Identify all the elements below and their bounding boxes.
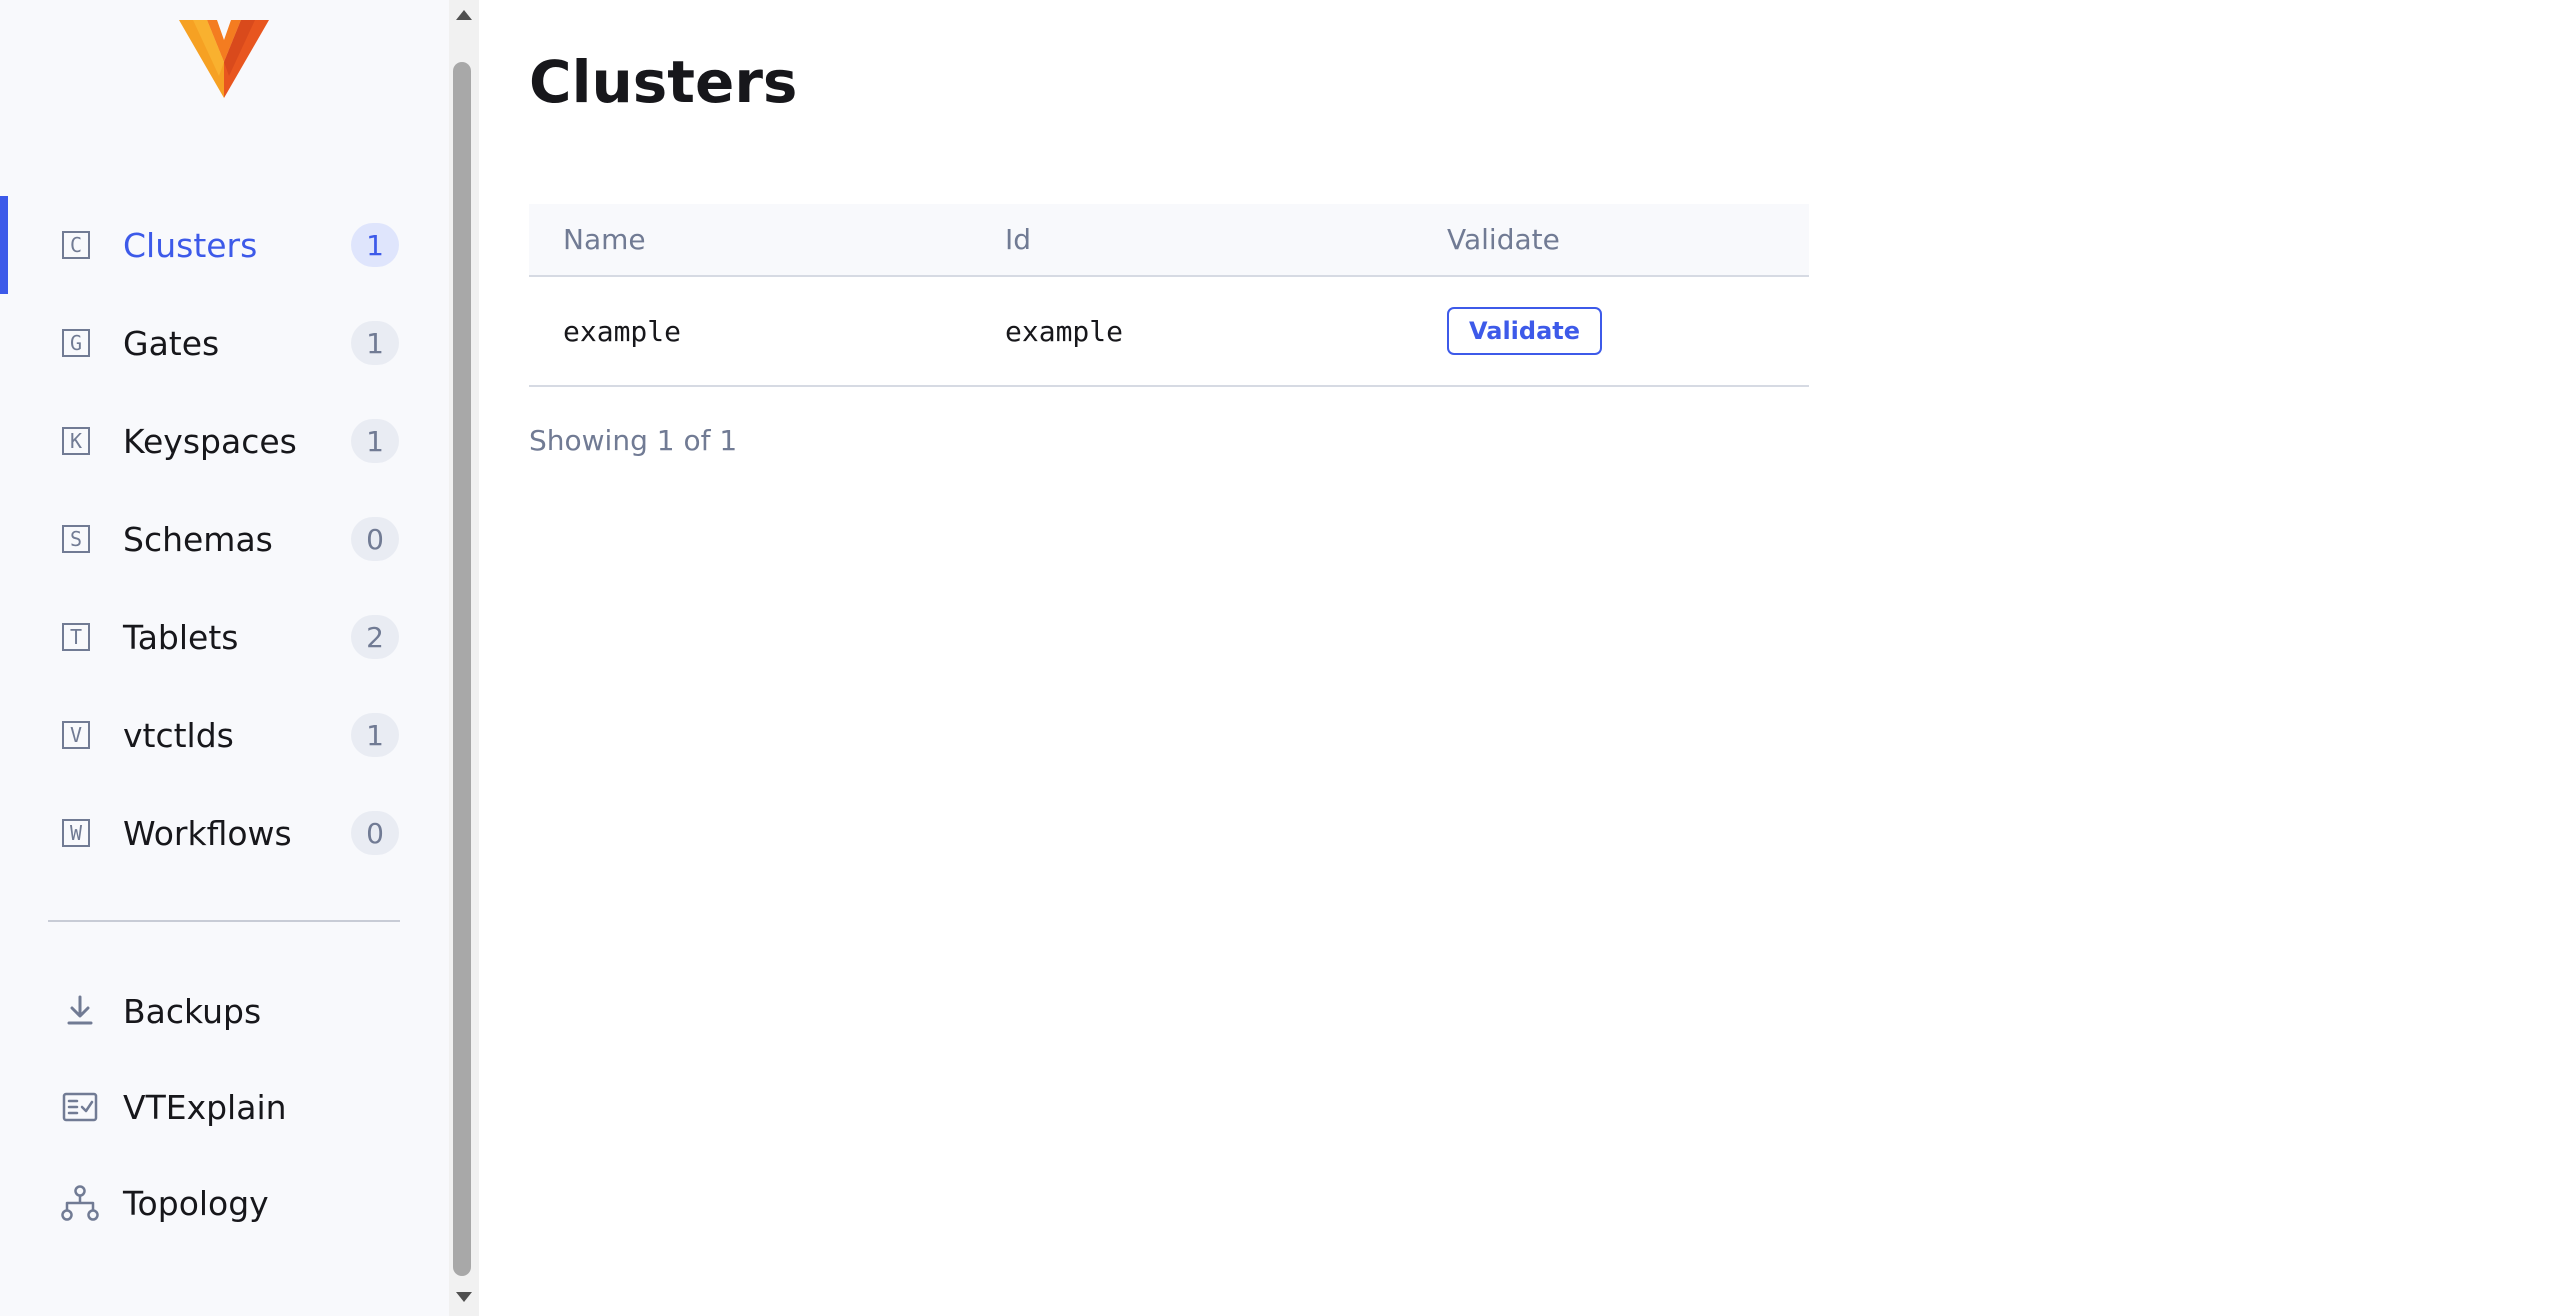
sidebar-item-label: Keyspaces	[123, 421, 297, 461]
sidebar-item-gates[interactable]: G Gates 1	[0, 294, 449, 392]
count-badge: 0	[351, 811, 399, 855]
sidebar-item-schemas[interactable]: S Schemas 0	[0, 490, 449, 588]
vitess-logo[interactable]	[179, 20, 269, 98]
tablets-letter-icon: T	[62, 623, 90, 651]
page-title: Clusters	[529, 48, 798, 116]
clusters-letter-icon: C	[62, 231, 90, 259]
download-icon	[67, 995, 93, 1025]
sidebar-item-label: Clusters	[123, 225, 258, 265]
count-badge: 1	[351, 223, 399, 267]
workflows-letter-icon: W	[62, 819, 90, 847]
main-content: Clusters Name Id Validate example exampl…	[529, 0, 2529, 1316]
app-window: C Clusters 1 G Gates 1 K Keyspaces 1 S S…	[0, 0, 2560, 1316]
validate-button[interactable]: Validate	[1447, 307, 1603, 355]
table-header-row: Name Id Validate	[529, 204, 1809, 276]
cluster-id-cell: example	[1005, 314, 1124, 348]
vtctlds-letter-icon: V	[62, 721, 90, 749]
keyspaces-letter-icon: K	[62, 427, 90, 455]
scrollbar-thumb[interactable]	[453, 62, 471, 1276]
sidebar-tools: Backups VTExplain Topology	[0, 963, 449, 1251]
scroll-down-arrow-icon[interactable]	[456, 1292, 472, 1302]
sidebar-item-label: Backups	[123, 991, 262, 1031]
sidebar-item-clusters[interactable]: C Clusters 1	[0, 196, 449, 294]
pagination-summary: Showing 1 of 1	[529, 424, 738, 457]
column-header-name: Name	[563, 223, 646, 256]
column-header-validate: Validate	[1447, 223, 1560, 256]
table-row: example example Validate	[529, 276, 1809, 386]
count-badge: 1	[351, 713, 399, 757]
sidebar-item-label: Topology	[123, 1183, 269, 1223]
sidebar-item-label: Schemas	[123, 519, 273, 559]
sidebar-item-label: VTExplain	[123, 1087, 287, 1127]
sidebar-item-label: Tablets	[123, 617, 239, 657]
sidebar-item-tablets[interactable]: T Tablets 2	[0, 588, 449, 686]
sidebar-scrollbar[interactable]	[449, 0, 479, 1316]
sidebar-nav: C Clusters 1 G Gates 1 K Keyspaces 1 S S…	[0, 196, 449, 882]
sidebar-divider	[48, 920, 400, 922]
checklist-icon	[62, 1092, 98, 1122]
count-badge: 1	[351, 419, 399, 463]
sidebar-item-label: Workflows	[123, 813, 292, 853]
clusters-table: Name Id Validate example example Validat…	[529, 204, 1809, 387]
schemas-letter-icon: S	[62, 525, 90, 553]
validate-cell: Validate	[1413, 276, 1809, 386]
sidebar-item-keyspaces[interactable]: K Keyspaces 1	[0, 392, 449, 490]
sidebar-item-vtexplain[interactable]: VTExplain	[0, 1059, 449, 1155]
sidebar: C Clusters 1 G Gates 1 K Keyspaces 1 S S…	[0, 0, 449, 1316]
sidebar-item-vtctlds[interactable]: V vtctlds 1	[0, 686, 449, 784]
sidebar-item-backups[interactable]: Backups	[0, 963, 449, 1059]
column-header-id: Id	[1005, 223, 1032, 256]
sidebar-item-label: Gates	[123, 323, 220, 363]
topology-icon	[61, 1185, 99, 1221]
sidebar-item-workflows[interactable]: W Workflows 0	[0, 784, 449, 882]
count-badge: 2	[351, 615, 399, 659]
sidebar-item-topology[interactable]: Topology	[0, 1155, 449, 1251]
count-badge: 0	[351, 517, 399, 561]
sidebar-item-label: vtctlds	[123, 715, 234, 755]
gates-letter-icon: G	[62, 329, 90, 357]
cluster-name-cell: example	[563, 314, 682, 348]
scroll-up-arrow-icon[interactable]	[456, 10, 472, 20]
count-badge: 1	[351, 321, 399, 365]
